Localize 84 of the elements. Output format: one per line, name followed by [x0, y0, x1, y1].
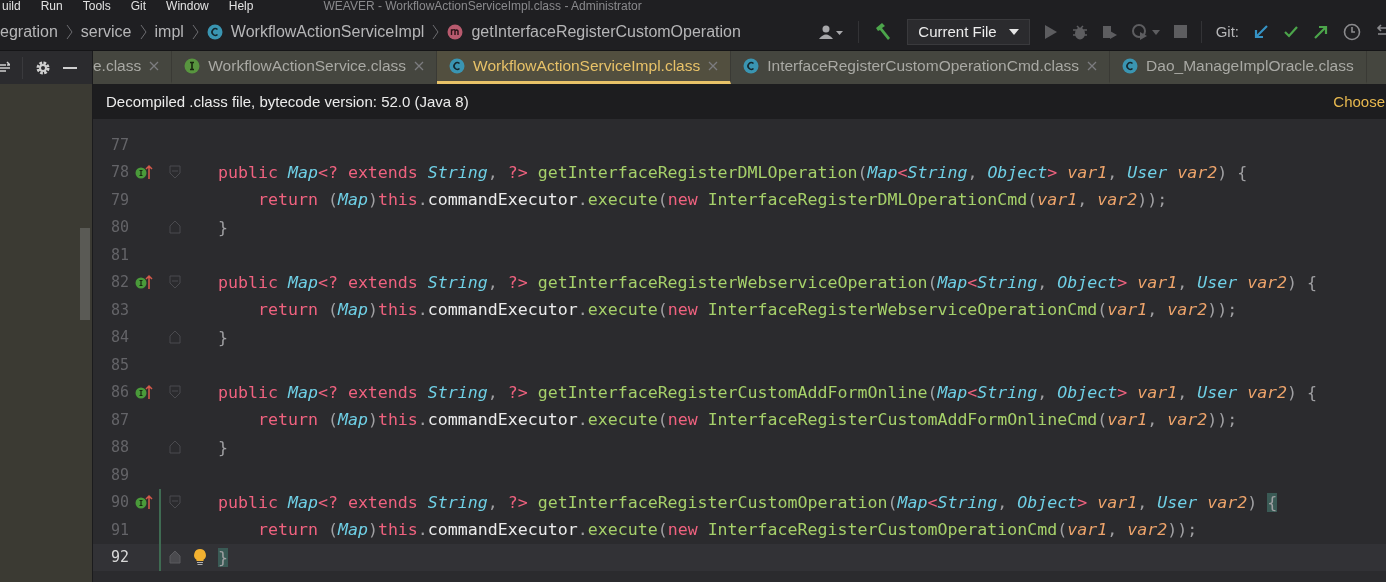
code-line: return (Map)this.commandExecutor.execute(new InterfaceRegisterCustomAddFormOnlineCmd(var1, var2)); — [256, 410, 1238, 430]
line-number: 78 — [109, 163, 129, 182]
line-number: 89 — [109, 465, 129, 484]
implements-icon[interactable] — [135, 164, 153, 181]
run-configuration-dropdown[interactable]: Current File — [907, 18, 1030, 45]
code-line: public Map<? extends String, ?> getInterfaceRegisterCustomOperation(Map<String, Object> var1, User var2) { — [217, 492, 1278, 512]
fold-icon[interactable] — [169, 385, 181, 400]
breadcrumb-item[interactable]: impl — [154, 22, 184, 41]
fold-end-icon[interactable] — [169, 220, 181, 235]
class-icon — [449, 58, 466, 74]
line-number: 87 — [109, 410, 129, 429]
settings-icon[interactable] — [35, 59, 51, 76]
line-number: 85 — [109, 355, 129, 374]
implements-icon[interactable] — [135, 274, 153, 291]
chevron-icon — [191, 23, 199, 40]
fold-end-icon[interactable] — [169, 330, 181, 345]
fold-icon[interactable] — [169, 275, 181, 290]
clock-icon[interactable] — [1343, 22, 1361, 41]
menu-item[interactable]: Run — [40, 0, 63, 13]
line-number: 91 — [109, 520, 129, 539]
editor-tab[interactable]: WorkflowActionServiceImpl.class — [437, 51, 732, 84]
code-line: return (Map)this.commandExecutor.execute(new InterfaceRegisterWebserviceOperationCmd(var1, var2)); — [256, 300, 1238, 320]
code-line: return (Map)this.commandExecutor.execute(new InterfaceRegisterCustomOperationCmd(var1, var2)); — [256, 520, 1198, 540]
class-icon — [1122, 58, 1139, 74]
breadcrumb-item[interactable]: service — [80, 22, 132, 41]
menu-item[interactable]: Git — [130, 0, 147, 13]
line-number: 81 — [109, 245, 129, 264]
code-line: } — [217, 437, 228, 457]
banner-message: Decompiled .class file, bytecode version: 52.0 (Java 8) — [106, 93, 469, 110]
breadcrumb-item[interactable]: getInterfaceRegisterCustomOperation — [471, 22, 741, 41]
chevron-icon — [139, 23, 147, 40]
fold-icon[interactable] — [169, 165, 181, 180]
window-title: WEAVER - WorkflowActionServiceImpl.class - Administrator — [323, 0, 642, 13]
fold-icon[interactable] — [169, 495, 181, 510]
run-icon[interactable] — [1043, 23, 1058, 40]
scrollbar-thumb[interactable] — [80, 228, 90, 320]
collapse-icon[interactable] — [0, 60, 10, 75]
code-line: public Map<? extends String, ?> getInterfaceRegisterWebserviceOperation(Map<String, Object> var1, User var2) { — [217, 272, 1318, 292]
chevron-icon — [432, 23, 440, 40]
stop-icon[interactable] — [1173, 25, 1187, 38]
line-number: 79 — [109, 190, 129, 209]
class-icon — [743, 58, 760, 74]
close-icon[interactable] — [414, 61, 425, 71]
implements-icon[interactable] — [135, 494, 153, 511]
class-icon — [206, 23, 223, 40]
lightbulb-icon[interactable] — [193, 548, 207, 567]
line-number: 86 — [109, 383, 129, 402]
implements-icon[interactable] — [135, 384, 153, 401]
git-label: Git: — [1215, 23, 1239, 40]
breadcrumb-item[interactable]: WorkflowActionServiceImpl — [230, 22, 425, 41]
method-icon — [447, 23, 464, 40]
fold-end-icon[interactable] — [169, 550, 181, 565]
line-number: 80 — [109, 218, 129, 237]
fold-end-icon[interactable] — [169, 440, 181, 455]
breadcrumb-item[interactable]: egration — [0, 22, 58, 41]
caret-icon — [1008, 28, 1019, 35]
line-number: 88 — [109, 438, 129, 457]
profiler-icon[interactable] — [1131, 23, 1160, 40]
code-line: public Map<? extends String, ?> getInterfaceRegisterDMLOperation(Map<String, Object> var1, User var2) { — [217, 162, 1248, 182]
close-icon[interactable] — [708, 61, 719, 71]
menu-item[interactable]: Window — [166, 0, 209, 13]
push-arrow-icon[interactable] — [1313, 23, 1329, 40]
menu-item[interactable]: Help — [228, 0, 254, 13]
coverage-icon[interactable] — [1101, 23, 1118, 40]
choose-sources-link[interactable]: Choose — [1333, 93, 1386, 110]
code-line: } — [217, 217, 228, 237]
update-arrow-icon[interactable] — [1253, 23, 1269, 40]
close-icon[interactable] — [1087, 61, 1098, 71]
line-number: 92 — [109, 548, 129, 567]
bug-icon[interactable] — [1071, 23, 1088, 40]
chevron-icon — [65, 23, 73, 40]
line-number: 77 — [109, 135, 129, 154]
code-line: public Map<? extends String, ?> getInterfaceRegisterCustomAddFormOnline(Map<String, Object> var1, User var2) { — [217, 382, 1318, 402]
line-number: 84 — [109, 328, 129, 347]
menu-item[interactable]: Tools — [82, 0, 111, 13]
user-icon[interactable] — [818, 23, 845, 40]
interface-icon — [184, 58, 201, 74]
code-line: } — [217, 327, 228, 347]
line-number: 90 — [109, 493, 129, 512]
line-number: 83 — [109, 300, 129, 319]
line-number: 82 — [109, 273, 129, 292]
code-line: return (Map)this.commandExecutor.execute(new InterfaceRegisterDMLOperationCmd(var1, var2)); — [256, 190, 1168, 210]
menu-item[interactable]: uild — [2, 0, 21, 13]
close-icon[interactable] — [149, 61, 160, 71]
